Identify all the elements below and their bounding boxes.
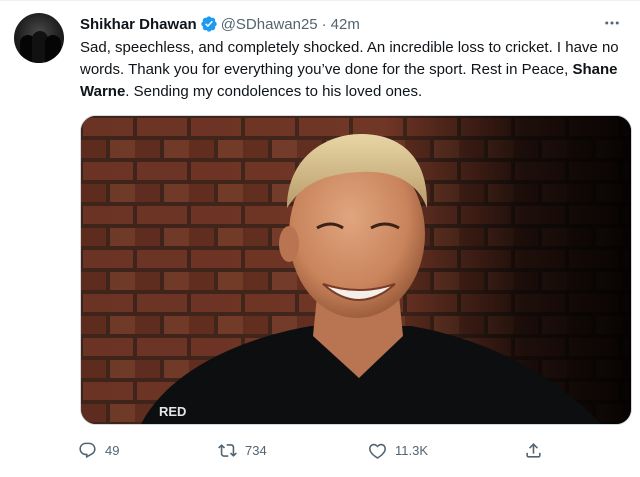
- retweet-button[interactable]: 734: [212, 435, 267, 465]
- timestamp[interactable]: 42m: [331, 16, 360, 33]
- like-button[interactable]: 11.3K: [362, 435, 428, 465]
- tweet-text-part2: . Sending my condolences to his loved on…: [125, 83, 423, 100]
- tweet-photo[interactable]: RED: [80, 115, 632, 425]
- share-icon: [526, 442, 541, 458]
- more-horizontal-icon[interactable]: [600, 11, 624, 35]
- share-button[interactable]: [518, 435, 551, 465]
- tweet-text: Sad, speechless, and completely shocked.…: [80, 37, 628, 103]
- reply-count: 49: [105, 442, 120, 458]
- retweet-icon: [218, 443, 237, 457]
- photo-illustration: RED: [81, 116, 631, 424]
- separator-dot: ·: [321, 15, 327, 33]
- tweet-actions: 49 734 11.3K: [72, 435, 562, 465]
- photo-shirt-logo: RED: [159, 404, 186, 419]
- verified-badge-icon: [201, 16, 217, 32]
- retweet-count: 734: [245, 442, 267, 458]
- reply-button[interactable]: 49: [72, 435, 119, 465]
- reply-icon: [79, 442, 96, 458]
- heart-icon: [369, 443, 386, 459]
- tweet-text-part1: Sad, speechless, and completely shocked.…: [80, 39, 619, 78]
- author-name[interactable]: Shikhar Dhawan: [80, 16, 197, 33]
- avatar-figure: [45, 35, 61, 63]
- like-count: 11.3K: [395, 442, 429, 458]
- tweet[interactable]: Shikhar Dhawan @SDhawan25 · 42m Sad, spe…: [0, 0, 640, 477]
- avatar[interactable]: [14, 13, 64, 63]
- tweet-header: Shikhar Dhawan @SDhawan25 · 42m: [80, 14, 360, 34]
- author-handle[interactable]: @SDhawan25: [221, 16, 318, 33]
